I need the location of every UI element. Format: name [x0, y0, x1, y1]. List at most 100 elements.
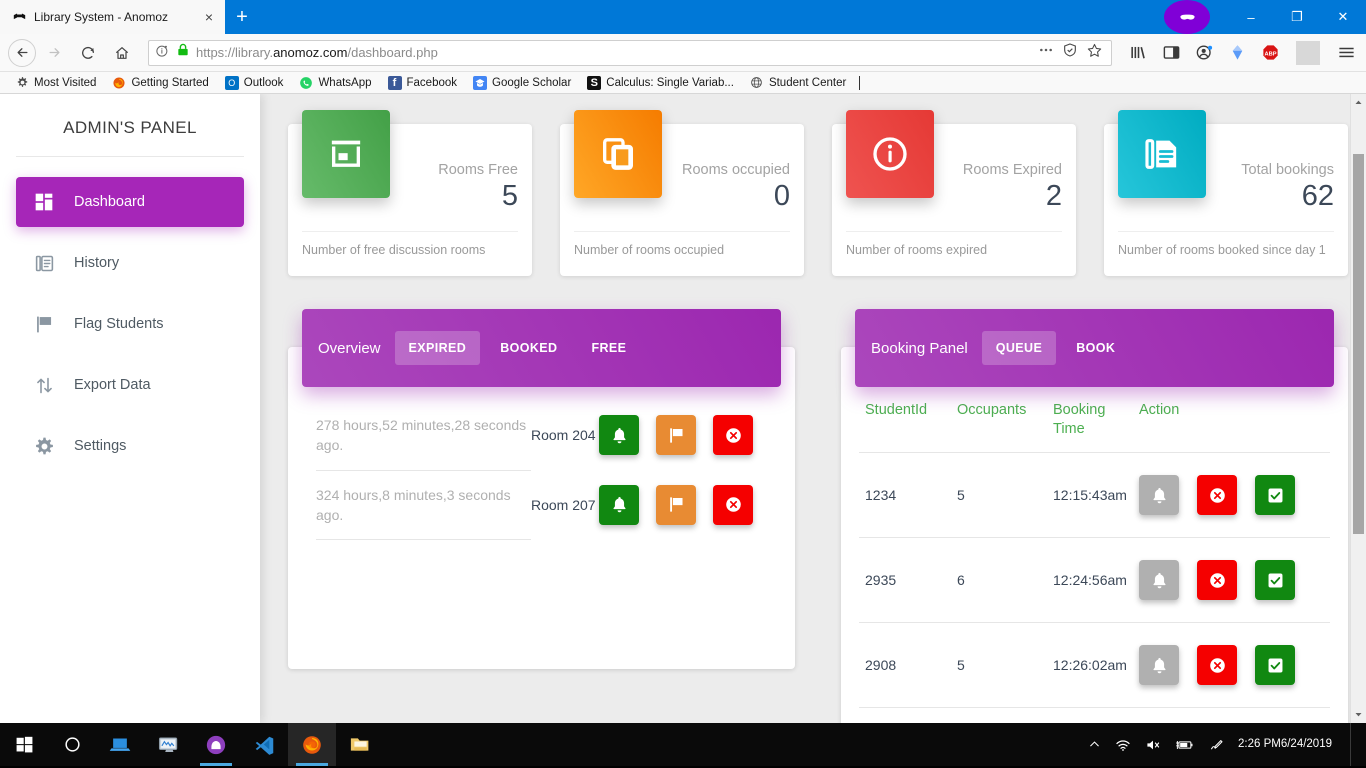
new-tab-button[interactable]: + — [225, 0, 259, 34]
cell-studentid: 2935 — [859, 537, 951, 623]
taskbar-app-firefox[interactable] — [288, 723, 336, 766]
sidebar-item-export-data[interactable]: Export Data — [16, 360, 244, 410]
volume-muted-icon[interactable] — [1145, 738, 1161, 752]
cortana-button[interactable] — [48, 723, 96, 766]
check-icon — [1268, 488, 1282, 503]
dashboard-content: Rooms Free 5 Number of free discussion r… — [260, 94, 1366, 723]
start-button[interactable] — [0, 723, 48, 766]
approve-button[interactable] — [1255, 645, 1295, 686]
bookmark-facebook[interactable]: f Facebook — [381, 73, 465, 93]
reject-button[interactable] — [1197, 475, 1237, 516]
tab-expired[interactable]: EXPIRED — [394, 331, 481, 365]
bell-icon — [612, 427, 626, 444]
hamburger-menu-icon[interactable] — [1334, 41, 1358, 65]
sidebar-item-dashboard[interactable]: Dashboard — [16, 177, 244, 227]
bookmark-calculus[interactable]: S Calculus: Single Variab... — [580, 73, 741, 93]
bookmark-outlook[interactable]: O Outlook — [218, 73, 291, 93]
notify-button[interactable] — [1139, 475, 1179, 516]
page-actions-icon[interactable] — [1038, 42, 1054, 63]
home-button[interactable] — [106, 37, 138, 69]
tab-title: Library System - Anomoz — [34, 10, 169, 24]
reject-button[interactable] — [1197, 645, 1237, 686]
flag-button[interactable] — [656, 415, 696, 456]
clock-date: 6/24/2019 — [1280, 738, 1332, 751]
reject-button[interactable] — [1197, 560, 1237, 601]
gear-icon — [32, 436, 56, 457]
bookmark-label: Most Visited — [34, 76, 97, 89]
wifi-icon[interactable] — [1115, 738, 1131, 752]
scrollbar-thumb[interactable] — [1353, 154, 1364, 534]
sidebar-item-flag-students[interactable]: Flag Students — [16, 299, 244, 349]
page-viewport: ADMIN'S PANEL Dashboard History Flag Stu… — [0, 94, 1366, 723]
tab-book[interactable]: BOOK — [1062, 331, 1129, 365]
address-bar[interactable]: https://library.anomoz.com/dashboard.php — [148, 39, 1112, 66]
pen-workspace-icon[interactable] — [1208, 738, 1224, 752]
notify-button[interactable] — [599, 484, 639, 525]
expired-row-actions — [599, 415, 753, 456]
booking-panel-title: Booking Panel — [871, 339, 968, 357]
taskbar-app-explorer[interactable] — [336, 723, 384, 766]
bookmark-google-scholar[interactable]: Google Scholar — [466, 73, 578, 93]
column-header-action: Action — [1139, 402, 1180, 418]
reload-button[interactable] — [72, 37, 104, 69]
sidebar-toggle-icon[interactable] — [1159, 41, 1183, 65]
overview-panel-header: Overview EXPIRED BOOKED FREE — [302, 309, 781, 387]
globe-icon — [750, 76, 764, 90]
tab-close-icon[interactable]: × — [199, 7, 219, 27]
window-close-button[interactable]: ✕ — [1320, 0, 1366, 34]
account-icon[interactable] — [1192, 41, 1216, 65]
sidebar-item-history[interactable]: History — [16, 238, 244, 288]
cell-booking-time — [1047, 707, 1133, 723]
taskbar-clock[interactable]: 2:26 PM 6/24/2019 — [1238, 736, 1332, 753]
notify-button[interactable] — [1139, 560, 1179, 601]
cell-occupants — [951, 707, 1047, 723]
back-button[interactable] — [8, 38, 36, 67]
adblock-plus-icon[interactable]: ABP — [1258, 41, 1282, 65]
expired-row-actions — [599, 484, 753, 525]
taskbar-app-purple[interactable] — [192, 723, 240, 766]
library-icon[interactable] — [1126, 41, 1150, 65]
bookmark-getting-started[interactable]: Getting Started — [105, 73, 215, 93]
battery-charging-icon[interactable] — [1175, 738, 1194, 752]
export-icon — [32, 375, 56, 396]
window-restore-button[interactable]: ❐ — [1274, 0, 1320, 34]
scroll-up-arrow-icon[interactable] — [1351, 94, 1366, 111]
tab-free[interactable]: FREE — [577, 331, 640, 365]
window-controls: – ❐ ✕ — [1164, 0, 1366, 34]
bookmark-whatsapp[interactable]: WhatsApp — [292, 73, 378, 93]
cancel-button[interactable] — [713, 415, 753, 456]
sidebar-divider — [16, 156, 244, 157]
cancel-button[interactable] — [713, 484, 753, 525]
window-minimize-button[interactable]: – — [1228, 0, 1274, 34]
page-info-icon[interactable] — [155, 43, 170, 63]
taskbar-app-monitor[interactable] — [144, 723, 192, 766]
page-scrollbar[interactable] — [1350, 94, 1366, 723]
toolbar-divider — [1296, 40, 1320, 65]
bookmark-student-center[interactable]: Student Center — [743, 73, 853, 93]
scroll-down-arrow-icon[interactable] — [1351, 706, 1366, 723]
cancel-icon — [1209, 657, 1225, 673]
tray-expand-icon[interactable] — [1088, 738, 1101, 751]
bookmark-most-visited[interactable]: Most Visited — [8, 73, 103, 93]
notify-button[interactable] — [599, 415, 639, 456]
bookmark-star-icon[interactable] — [1086, 42, 1103, 64]
private-mask-icon[interactable] — [1164, 0, 1210, 34]
taskbar-app-vscode[interactable] — [240, 723, 288, 766]
browser-tab[interactable]: Library System - Anomoz × — [0, 0, 225, 34]
stat-card-rooms-occupied: Rooms occupied 0 Number of rooms occupie… — [560, 110, 804, 276]
task-view-button[interactable] — [96, 723, 144, 766]
approve-button[interactable] — [1255, 475, 1295, 516]
notify-button[interactable] — [1139, 645, 1179, 686]
extension-diamond-icon[interactable] — [1225, 41, 1249, 65]
cell-booking-time: 12:24:56am — [1047, 537, 1133, 623]
flag-icon — [669, 428, 683, 443]
tracking-shield-icon[interactable] — [1062, 42, 1078, 63]
tab-queue[interactable]: QUEUE — [981, 331, 1057, 365]
monitor-icon — [158, 737, 177, 752]
flag-button[interactable] — [656, 484, 696, 525]
show-desktop-button[interactable] — [1350, 723, 1356, 766]
clock-time: 2:26 PM — [1238, 738, 1281, 751]
tab-booked[interactable]: BOOKED — [486, 331, 571, 365]
approve-button[interactable] — [1255, 560, 1295, 601]
sidebar-item-settings[interactable]: Settings — [16, 421, 244, 471]
